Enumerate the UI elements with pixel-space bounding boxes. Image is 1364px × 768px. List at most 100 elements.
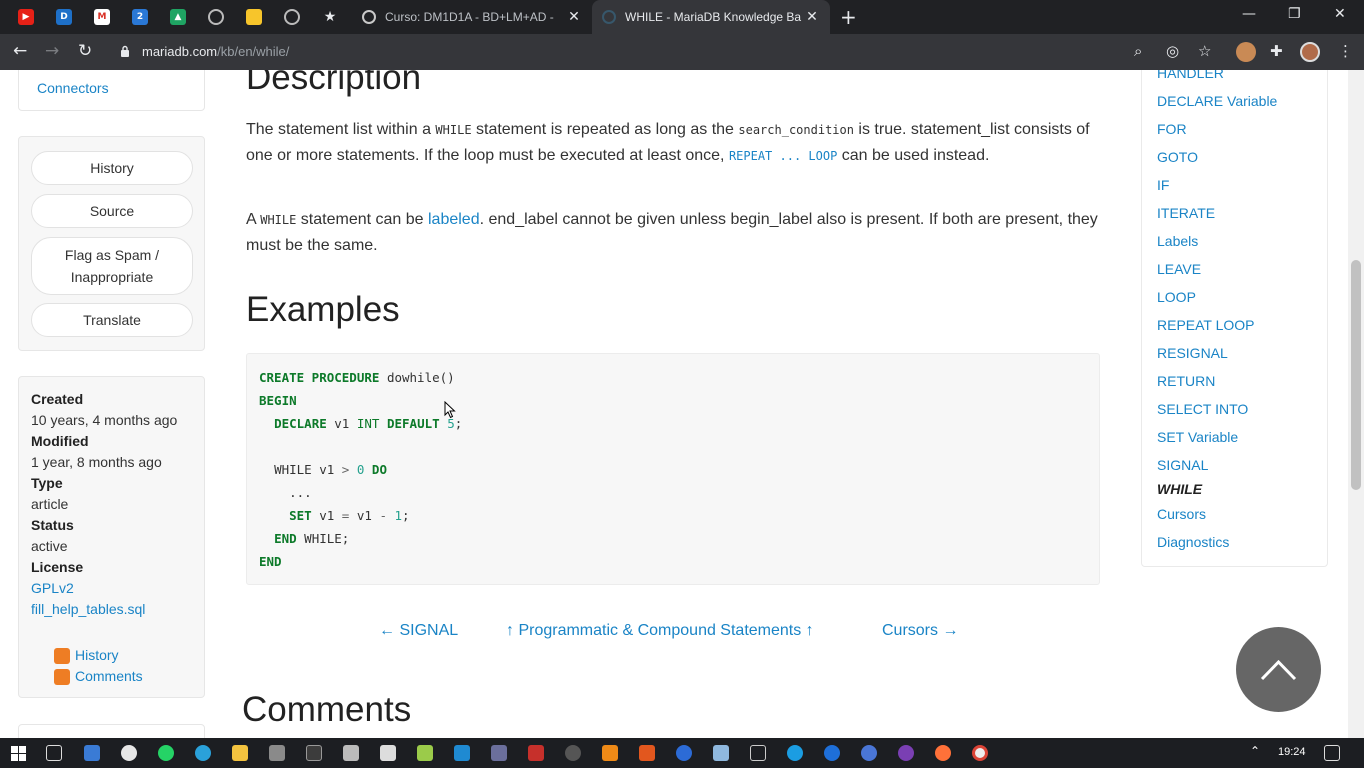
profile-avatar[interactable] (1300, 42, 1320, 62)
back-icon[interactable]: ← (13, 41, 27, 61)
license-gplv2-link[interactable]: GPLv2 (31, 580, 74, 596)
right-nav-item[interactable]: SIGNAL (1157, 457, 1208, 473)
tab-curso[interactable]: Curso: DM1D1A - BD+LM+AD - ✕ (352, 0, 592, 34)
connectors-link[interactable]: Connectors (37, 80, 109, 96)
license-file-link[interactable]: fill_help_tables.sql (31, 601, 145, 617)
app-icon[interactable] (639, 745, 655, 761)
repeat-loop-link[interactable]: REPEAT ... LOOP (729, 149, 837, 163)
dsm-icon[interactable]: D (54, 7, 74, 27)
extension-icon[interactable] (1236, 42, 1256, 62)
app-icon[interactable] (380, 745, 396, 761)
address-bar[interactable]: mariadb.com/kb/en/while/ (142, 44, 289, 59)
code-line: ... (289, 485, 312, 500)
description-paragraph-1: The statement list within a WHILE statem… (246, 121, 1090, 164)
keyboard-icon[interactable] (84, 745, 100, 761)
forward-icon[interactable]: → (45, 41, 59, 61)
app-icon[interactable] (713, 745, 729, 761)
chrome-icon[interactable] (972, 745, 988, 761)
file-explorer-icon[interactable] (232, 745, 248, 761)
close-window-icon[interactable]: ✕ (1334, 6, 1346, 22)
gmail-icon[interactable]: M (92, 7, 112, 27)
scroll-to-top-button[interactable] (1236, 627, 1321, 712)
calendar-icon[interactable]: 2 (130, 7, 150, 27)
right-nav-item[interactable]: REPEAT LOOP (1157, 317, 1255, 333)
history-feed-link[interactable]: History (75, 647, 119, 663)
bookmark-star-icon[interactable]: ☆ (1198, 42, 1211, 60)
right-nav-item[interactable]: LOOP (1157, 289, 1196, 305)
right-nav-item[interactable]: LEAVE (1157, 261, 1201, 277)
task-view-icon[interactable] (46, 745, 62, 761)
app-icon[interactable] (121, 745, 137, 761)
filezilla-icon[interactable] (528, 745, 544, 761)
history-button[interactable]: History (31, 151, 193, 185)
scrollbar-thumb[interactable] (1351, 260, 1361, 490)
firefox-icon[interactable] (935, 745, 951, 761)
right-nav-item-handler[interactable]: HANDLER (1157, 70, 1224, 81)
right-nav-item[interactable]: RETURN (1157, 373, 1215, 389)
app-icon[interactable] (269, 745, 285, 761)
zoom-icon[interactable]: ⌕ (1134, 42, 1142, 60)
moodle-icon[interactable] (282, 7, 302, 27)
windows-taskbar: ⌃ 19:24 (0, 738, 1364, 768)
close-icon[interactable]: ✕ (804, 9, 820, 25)
app-icon[interactable] (565, 745, 581, 761)
minimize-icon[interactable]: — (1242, 6, 1256, 22)
close-icon[interactable]: ✕ (566, 9, 582, 25)
right-nav-item[interactable]: SET Variable (1157, 429, 1238, 445)
description-paragraph-2: A WHILE statement can be labeled. end_la… (246, 211, 1098, 254)
app-icon[interactable] (898, 745, 914, 761)
eye-off-icon[interactable]: ◎ (1166, 42, 1179, 60)
app-icon[interactable] (750, 745, 766, 761)
youtube-icon[interactable]: ▶ (16, 7, 36, 27)
right-nav-item[interactable]: DECLARE Variable (1157, 93, 1277, 109)
license-label: License (31, 559, 84, 575)
right-nav-item[interactable]: IF (1157, 177, 1169, 193)
chevron-up-icon[interactable]: ⌃ (1250, 744, 1260, 758)
menu-icon[interactable]: ⋮ (1338, 42, 1353, 60)
app-icon[interactable] (676, 745, 692, 761)
new-tab-icon[interactable]: + (840, 5, 857, 29)
source-button[interactable]: Source (31, 194, 193, 228)
right-nav-item[interactable]: GOTO (1157, 149, 1198, 165)
right-nav-item[interactable]: Diagnostics (1157, 534, 1229, 550)
rss-icon (54, 648, 70, 664)
clock[interactable]: 19:24 (1278, 746, 1306, 758)
next-cursors-link[interactable]: Cursors → (882, 622, 958, 640)
moodle-icon[interactable] (206, 7, 226, 27)
page-content: Connectors History Source Flag as Spam /… (0, 70, 1364, 738)
keep-icon[interactable] (244, 7, 264, 27)
reload-icon[interactable]: ↻ (78, 41, 92, 61)
drive-icon[interactable]: ▲ (168, 7, 188, 27)
comments-feed-link[interactable]: Comments (75, 668, 143, 684)
up-programmatic-link[interactable]: ↑ Programmatic & Compound Statements ↑ (506, 622, 814, 640)
notepad-icon[interactable] (417, 745, 433, 761)
telegram-icon[interactable] (195, 745, 211, 761)
tab-while[interactable]: WHILE - MariaDB Knowledge Ba ✕ (592, 0, 830, 34)
right-nav-item[interactable]: Cursors (1157, 506, 1206, 522)
terminal-icon[interactable] (306, 745, 322, 761)
internet-explorer-icon[interactable] (824, 745, 840, 761)
page-scrollbar[interactable] (1348, 70, 1364, 738)
right-nav-item[interactable]: FOR (1157, 121, 1187, 137)
right-nav-item[interactable]: SELECT INTO (1157, 401, 1248, 417)
vlc-icon[interactable] (602, 745, 618, 761)
vscode-icon[interactable] (454, 745, 470, 761)
right-nav-item[interactable]: Labels (1157, 233, 1198, 249)
notification-icon[interactable] (1324, 745, 1340, 761)
flag-spam-button[interactable]: Flag as Spam / Inappropriate (31, 237, 193, 295)
translate-button[interactable]: Translate (31, 303, 193, 337)
app-icon[interactable] (491, 745, 507, 761)
app-icon[interactable] (861, 745, 877, 761)
whatsapp-icon[interactable] (158, 745, 174, 761)
app-icon[interactable] (343, 745, 359, 761)
labeled-link[interactable]: labeled (428, 211, 480, 228)
restore-icon[interactable]: ❐ (1288, 6, 1301, 22)
extensions-puzzle-icon[interactable]: ✚ (1270, 42, 1283, 60)
right-nav-item[interactable]: RESIGNAL (1157, 345, 1228, 361)
prev-signal-link[interactable]: ← SIGNAL (379, 622, 458, 640)
browser-toolbar: ← → ↻ mariadb.com/kb/en/while/ ⌕ ◎ ☆ ✚ ⋮ (0, 34, 1364, 70)
star-bookmark-icon[interactable]: ★ (320, 7, 340, 27)
right-nav-item[interactable]: ITERATE (1157, 205, 1215, 221)
windows-start-icon[interactable] (11, 746, 26, 761)
edge-icon[interactable] (787, 745, 803, 761)
